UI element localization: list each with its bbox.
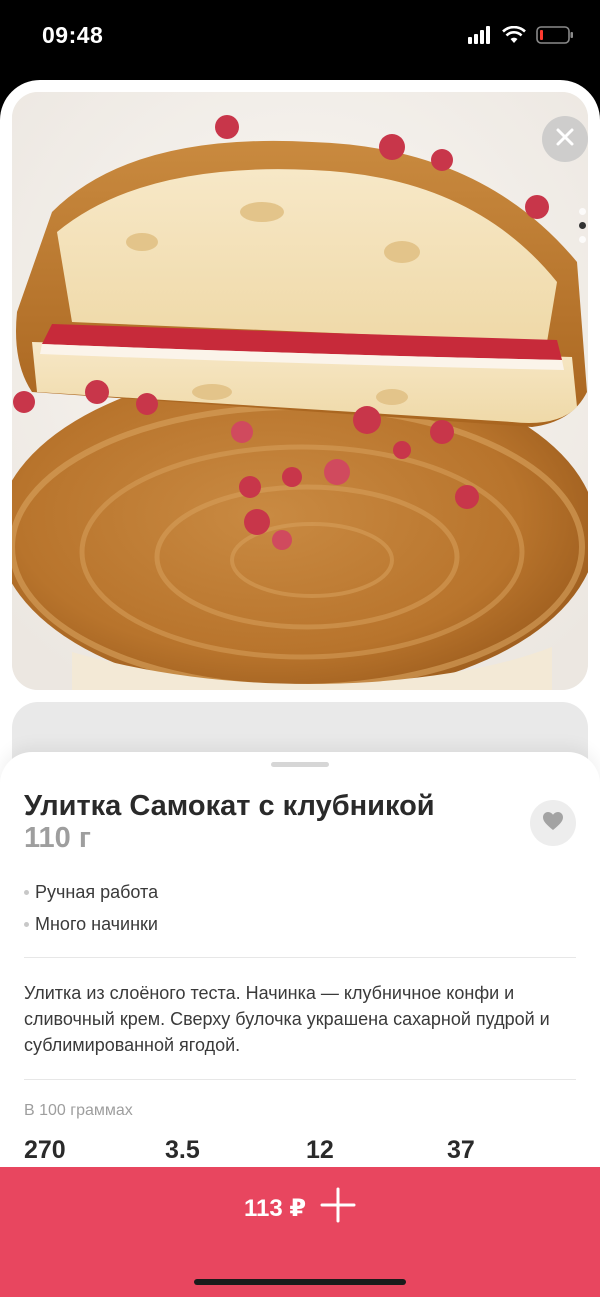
feature-item: Ручная работа — [24, 876, 158, 908]
bullet-icon — [24, 889, 29, 895]
heart-icon — [542, 811, 564, 836]
pager-dot — [579, 208, 586, 215]
signal-icon — [468, 26, 492, 49]
product-sheet: Улитка Самокат с клубникой 110 г Ручная … — [0, 80, 600, 1297]
nutrition-values: 270 3.5 12 37 — [24, 1136, 588, 1165]
pager-dot-active — [579, 222, 586, 229]
nutrition-value-calories: 270 — [24, 1136, 66, 1164]
product-weight: 110 г — [24, 822, 91, 854]
pager-dot — [579, 236, 586, 243]
product-image — [12, 92, 588, 690]
product-title: Улитка Самокат с клубникой — [24, 790, 435, 822]
nutrition-value-protein: 3.5 — [165, 1136, 200, 1164]
home-indicator[interactable] — [194, 1279, 406, 1285]
divider — [24, 1079, 576, 1080]
feature-item: Много начинки — [24, 908, 158, 940]
status-icons — [468, 25, 574, 49]
status-time: 09:48 — [42, 22, 104, 48]
feature-list: Ручная работа Много начинки — [24, 876, 158, 940]
bullet-icon — [24, 921, 29, 927]
product-description: Улитка из слоёного теста. Начинка — клуб… — [24, 983, 550, 1055]
gallery-pager — [579, 208, 586, 243]
battery-icon — [536, 26, 574, 49]
product-photo[interactable] — [12, 92, 588, 690]
divider — [24, 957, 576, 958]
sheet-grabber[interactable] — [271, 762, 329, 767]
close-button[interactable] — [542, 116, 588, 162]
nutrition-value-carbs: 37 — [447, 1136, 475, 1164]
favorite-button[interactable] — [530, 800, 576, 846]
wifi-icon — [502, 25, 526, 49]
feature-label: Ручная работа — [35, 881, 159, 902]
plus-icon — [320, 1187, 356, 1230]
close-icon — [555, 127, 575, 152]
add-to-cart-button[interactable]: 113 ₽ — [0, 1167, 600, 1249]
feature-label: Много начинки — [35, 913, 158, 934]
cart-bar: 113 ₽ — [0, 1167, 600, 1297]
status-bar: 09:48 — [0, 0, 600, 80]
price-label: 113 ₽ — [243, 1194, 307, 1222]
nutrition-label: В 100 граммах — [24, 1102, 133, 1119]
nutrition-value-fat: 12 — [306, 1136, 334, 1164]
